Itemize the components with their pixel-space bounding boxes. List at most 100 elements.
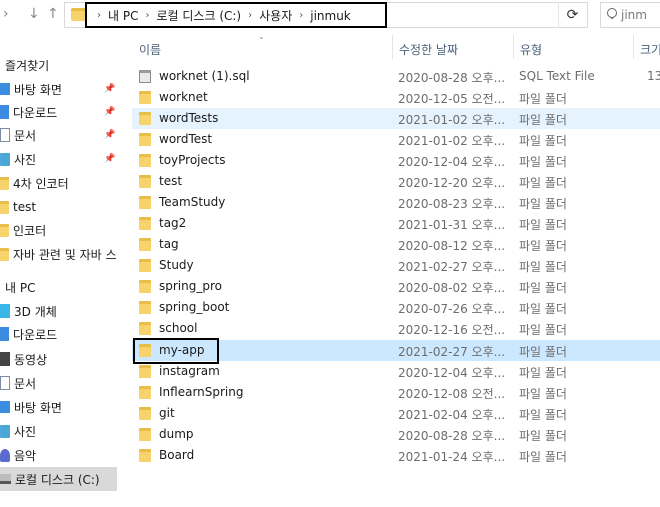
folder-row[interactable]: tag2 2021-01-31 오후... 파일 폴더 <box>132 213 660 234</box>
file-type: 파일 폴더 <box>519 92 567 106</box>
file-date: 2021-02-04 오후... <box>398 408 506 422</box>
folder-row[interactable]: instagram 2020-12-04 오후... 파일 폴더 <box>132 361 660 382</box>
folder-row[interactable]: spring_boot 2020-07-26 오후... 파일 폴더 <box>132 297 660 318</box>
sidebar-item-label: 바탕 화면 <box>14 82 62 97</box>
file-date: 2021-01-24 오후... <box>398 450 506 464</box>
folder-row[interactable]: test 2020-12-20 오후... 파일 폴더 <box>132 171 660 192</box>
sidebar-item-label: 동영상 <box>14 352 48 367</box>
sidebar-item-encoder[interactable]: 인코터 <box>0 218 117 242</box>
video-icon <box>0 352 10 366</box>
folder-row[interactable]: wordTests 2021-01-02 오후... 파일 폴더 <box>132 108 660 129</box>
sidebar-item-test[interactable]: test <box>0 195 117 219</box>
folder-icon <box>139 449 151 462</box>
column-divider[interactable] <box>633 35 634 59</box>
file-type: 파일 폴더 <box>519 281 567 295</box>
folder-row[interactable]: toyProjects 2020-12-04 오후... 파일 폴더 <box>132 150 660 171</box>
sidebar-item-desktop-pc[interactable]: 바탕 화면 <box>0 395 117 419</box>
file-type: 파일 폴더 <box>519 260 567 274</box>
sidebar-item-quick-access[interactable]: 즐겨찾기 <box>0 53 117 77</box>
folder-row[interactable]: worknet 2020-12-05 오전... 파일 폴더 <box>132 87 660 108</box>
music-icon <box>0 448 10 462</box>
sidebar-item-3d-objects[interactable]: 3D 개체 <box>0 299 117 323</box>
folder-icon <box>0 200 9 214</box>
sidebar-item-documents-pc[interactable]: 문서 <box>0 371 117 395</box>
file-date: 2020-12-08 오전... <box>398 387 506 401</box>
folder-row[interactable]: wordTest 2021-01-02 오후... 파일 폴더 <box>132 129 660 150</box>
file-type: 파일 폴더 <box>519 155 567 169</box>
file-name: school <box>159 321 198 335</box>
folder-row[interactable]: git 2021-02-04 오후... 파일 폴더 <box>132 403 660 424</box>
sidebar-item-label: 사진 <box>14 152 37 167</box>
file-date: 2020-12-04 오후... <box>398 155 506 169</box>
sidebar-item-local-disk[interactable]: 로컬 디스크 (C:) <box>0 467 117 491</box>
sidebar-item-label: 3D 개체 <box>14 304 57 319</box>
sidebar-item-downloads[interactable]: 다운로드 📌 <box>0 100 117 124</box>
folder-row[interactable]: InflearnSpring 2020-12-08 오전... 파일 폴더 <box>132 382 660 403</box>
sidebar-item-this-pc[interactable]: 내 PC <box>0 275 117 299</box>
folder-row[interactable]: spring_pro 2020-08-02 오후... 파일 폴더 <box>132 276 660 297</box>
sidebar-item-label: 4차 인코터 <box>13 176 69 191</box>
3d-objects-icon <box>0 304 10 318</box>
file-name: tag <box>159 237 179 251</box>
file-date: 2021-02-27 오후... <box>398 260 506 274</box>
sql-file-icon <box>139 70 151 83</box>
folder-row[interactable]: tag 2020-08-12 오후... 파일 폴더 <box>132 234 660 255</box>
column-header-row: ⌄ 이름 수정한 날짜 유형 크기 <box>120 31 660 62</box>
pin-icon: 📌 <box>104 130 116 140</box>
document-icon <box>0 128 10 142</box>
column-header-name[interactable]: 이름 <box>139 41 161 58</box>
file-date: 2021-02-27 오후... <box>398 345 506 359</box>
folder-icon <box>139 280 151 293</box>
file-type: 파일 폴더 <box>519 239 567 253</box>
folder-row[interactable]: dump 2020-08-28 오후... 파일 폴더 <box>132 424 660 445</box>
search-input[interactable]: jinm <box>600 2 660 28</box>
sidebar-item-label: 바탕 화면 <box>14 400 62 415</box>
file-name: wordTests <box>159 111 219 125</box>
folder-row[interactable]: TeamStudy 2020-08-23 오후... 파일 폴더 <box>132 192 660 213</box>
sidebar-item-java[interactable]: 자바 관련 및 자바 스 <box>0 242 117 266</box>
column-header-size[interactable]: 크기 <box>640 41 660 58</box>
pictures-icon <box>0 424 10 438</box>
folder-icon <box>139 175 151 188</box>
back-arrow-icon[interactable]: › <box>3 6 9 22</box>
sidebar-item-label: 인코터 <box>13 223 47 238</box>
sidebar-item-documents[interactable]: 문서 📌 <box>0 123 117 147</box>
sidebar-item-pictures-pc[interactable]: 사진 <box>0 419 117 443</box>
file-date: 2020-12-16 오전... <box>398 323 506 337</box>
column-header-type[interactable]: 유형 <box>520 41 542 58</box>
annotation-box-my-app <box>133 338 219 364</box>
up-arrow-icon[interactable]: ↑ <box>47 6 59 22</box>
folder-icon <box>0 223 9 237</box>
file-type: 파일 폴더 <box>519 387 567 401</box>
file-type: 파일 폴더 <box>519 197 567 211</box>
sidebar-item-desktop[interactable]: 바탕 화면 📌 <box>0 77 117 101</box>
sidebar-item-pictures[interactable]: 사진 📌 <box>0 147 117 171</box>
file-date: 2020-08-28 오후... <box>398 429 506 443</box>
folder-icon <box>139 112 151 125</box>
folder-icon <box>139 238 151 251</box>
folder-row[interactable]: Board 2021-01-24 오후... 파일 폴더 <box>132 445 660 466</box>
folder-icon <box>139 91 151 104</box>
sidebar-item-4cha-encoder[interactable]: 4차 인코터 <box>0 171 117 195</box>
file-name: spring_boot <box>159 300 230 314</box>
folder-row[interactable]: Study 2021-02-27 오후... 파일 폴더 <box>132 255 660 276</box>
folder-icon <box>139 322 151 335</box>
column-divider[interactable] <box>392 35 393 59</box>
file-row[interactable]: worknet (1).sql 2020-08-28 오후... SQL Tex… <box>132 66 660 87</box>
folder-row[interactable]: school 2020-12-16 오전... 파일 폴더 <box>132 318 660 339</box>
refresh-button[interactable]: ⟳ <box>558 2 586 28</box>
folder-icon <box>139 133 151 146</box>
folder-icon <box>139 301 151 314</box>
column-header-date[interactable]: 수정한 날짜 <box>399 41 458 58</box>
file-date: 2021-01-02 오후... <box>398 134 506 148</box>
sidebar-item-music[interactable]: 음악 <box>0 443 117 467</box>
folder-icon <box>139 386 151 399</box>
file-date: 2021-01-31 오후... <box>398 218 506 232</box>
column-divider[interactable] <box>513 35 514 59</box>
search-icon <box>607 8 617 18</box>
sidebar-item-downloads-pc[interactable]: 다운로드 <box>0 322 117 346</box>
forward-arrow-icon[interactable]: ↓ <box>28 6 40 22</box>
file-type: 파일 폴더 <box>519 218 567 232</box>
sidebar-item-videos[interactable]: 동영상 <box>0 347 117 371</box>
pin-icon: 📌 <box>104 107 116 117</box>
